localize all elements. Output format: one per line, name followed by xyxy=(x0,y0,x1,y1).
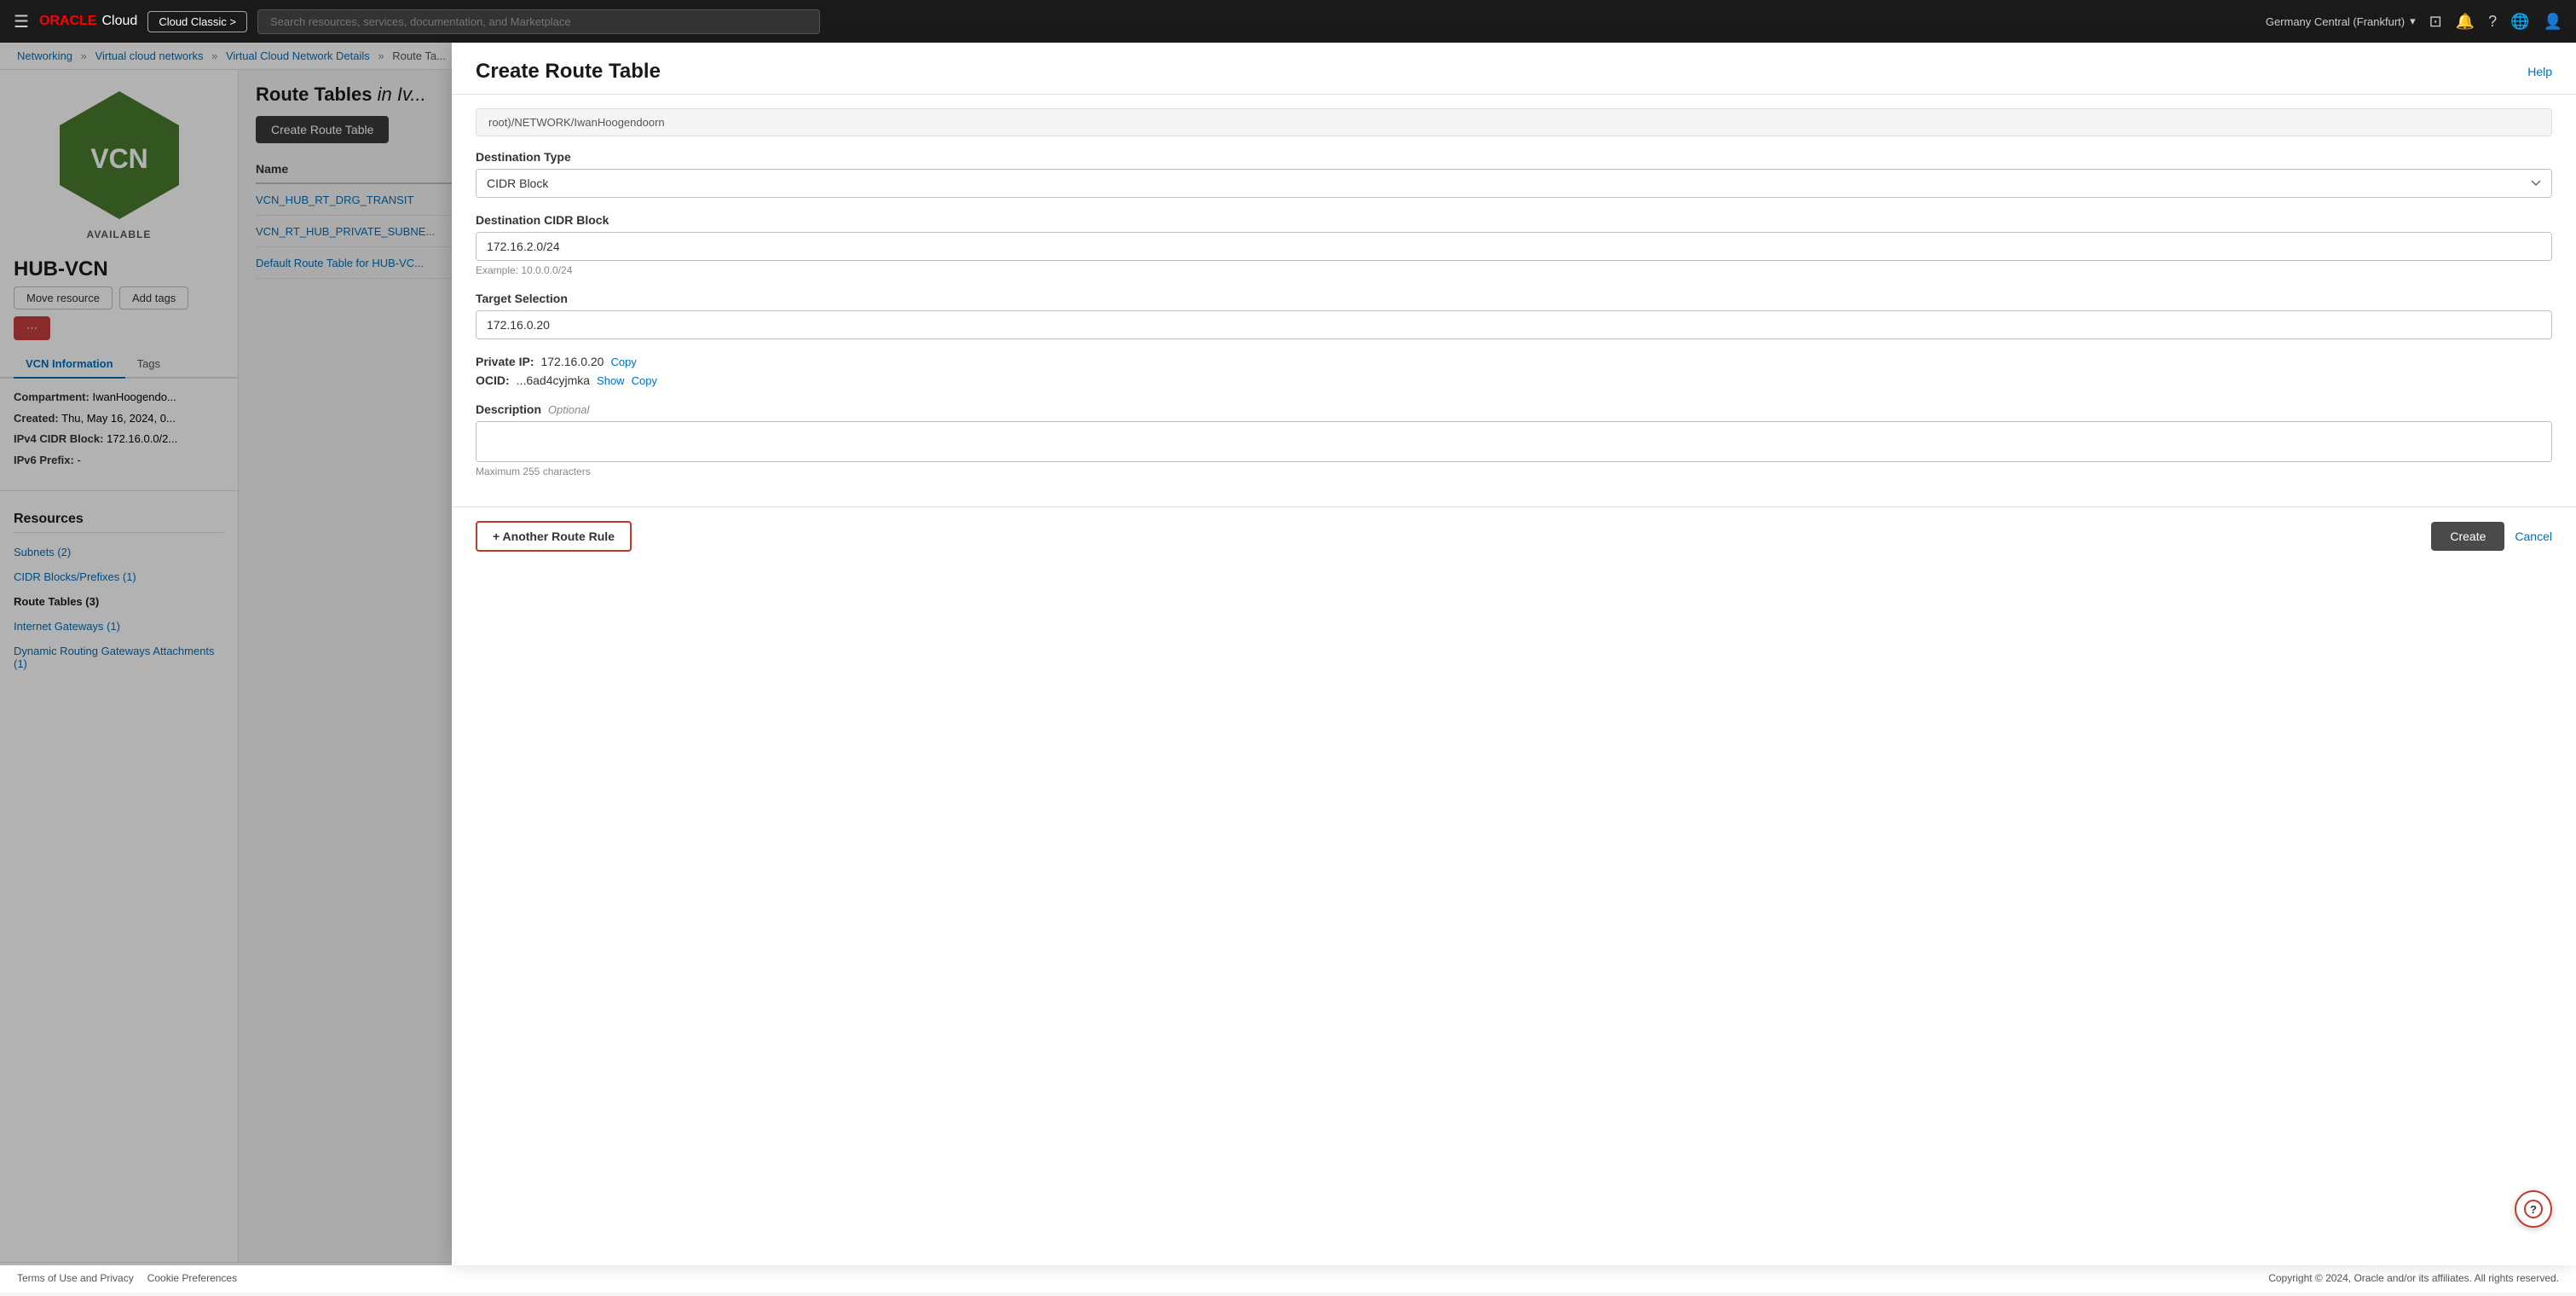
svg-text:?: ? xyxy=(2530,1203,2537,1216)
create-submit-button[interactable]: Create xyxy=(2431,522,2504,551)
modal-header: Create Route Table Help xyxy=(452,43,2576,95)
modal-body: root)/NETWORK/IwanHoogendoorn Destinatio… xyxy=(452,95,2576,506)
terms-link[interactable]: Terms of Use and Privacy xyxy=(17,1272,134,1284)
private-ip-value: 172.16.0.20 xyxy=(540,355,604,368)
region-chevron: ▾ xyxy=(2410,14,2416,28)
another-route-rule-button[interactable]: + Another Route Rule xyxy=(476,521,632,552)
destination-cidr-group: Destination CIDR Block Example: 10.0.0.0… xyxy=(476,213,2552,276)
nav-right: Germany Central (Frankfurt) ▾ ⊡ 🔔 ? 🌐 👤 xyxy=(2266,13,2562,31)
user-avatar[interactable]: 👤 xyxy=(2544,13,2562,31)
ocid-label: OCID: xyxy=(476,373,510,387)
cookie-link[interactable]: Cookie Preferences xyxy=(147,1272,237,1284)
copyright-text: Copyright © 2024, Oracle and/or its affi… xyxy=(2268,1272,2559,1284)
private-ip-info: Private IP: 172.16.0.20 Copy xyxy=(476,355,2552,368)
destination-cidr-input[interactable] xyxy=(476,232,2552,261)
description-input[interactable] xyxy=(476,421,2552,462)
ocid-copy-link[interactable]: Copy xyxy=(632,374,657,387)
modal-footer: + Another Route Rule Create Cancel xyxy=(452,506,2576,565)
destination-type-label: Destination Type xyxy=(476,150,2552,164)
modal-overlay: Create Route Table Help root)/NETWORK/Iw… xyxy=(0,43,2576,1265)
floating-help-icon[interactable]: ? xyxy=(2515,1190,2552,1228)
destination-type-group: Destination Type CIDR Block xyxy=(476,150,2552,198)
global-search-input[interactable] xyxy=(257,9,820,34)
page-footer: Terms of Use and Privacy Cookie Preferen… xyxy=(0,1262,2576,1293)
footer-links: Terms of Use and Privacy Cookie Preferen… xyxy=(17,1272,237,1284)
target-selection-group: Target Selection xyxy=(476,292,2552,339)
globe-icon[interactable]: 🌐 xyxy=(2510,13,2529,31)
destination-cidr-label: Destination CIDR Block xyxy=(476,213,2552,227)
ocid-show-link[interactable]: Show xyxy=(597,374,625,387)
hamburger-menu[interactable]: ☰ xyxy=(14,11,29,32)
cloud-classic-button[interactable]: Cloud Classic > xyxy=(147,11,247,32)
region-label: Germany Central (Frankfurt) xyxy=(2266,15,2405,28)
target-selection-label: Target Selection xyxy=(476,292,2552,305)
region-selector[interactable]: Germany Central (Frankfurt) ▾ xyxy=(2266,14,2416,28)
private-ip-label: Private IP: xyxy=(476,355,534,368)
target-selection-input[interactable] xyxy=(476,310,2552,339)
description-hint: Maximum 255 characters xyxy=(476,466,2552,477)
cancel-button[interactable]: Cancel xyxy=(2515,529,2552,543)
bell-icon[interactable]: 🔔 xyxy=(2456,13,2475,31)
oracle-wordmark: ORACLE xyxy=(39,14,97,29)
create-route-table-modal: Create Route Table Help root)/NETWORK/Iw… xyxy=(452,43,2576,1265)
ocid-value: ...6ad4cyjmka xyxy=(517,373,590,387)
compartment-path-bar: root)/NETWORK/IwanHoogendoorn xyxy=(476,108,2552,136)
top-navigation: ☰ ORACLE Cloud Cloud Classic > Germany C… xyxy=(0,0,2576,43)
ocid-info: OCID: ...6ad4cyjmka Show Copy xyxy=(476,373,2552,387)
private-ip-copy-link[interactable]: Copy xyxy=(610,356,636,368)
cloud-wordmark: Cloud xyxy=(102,14,138,29)
modal-title: Create Route Table xyxy=(476,60,661,84)
description-group: Description Optional Maximum 255 charact… xyxy=(476,402,2552,477)
description-label: Description Optional xyxy=(476,402,2552,416)
console-icon[interactable]: ⊡ xyxy=(2429,13,2442,31)
help-icon[interactable]: ? xyxy=(2488,13,2497,31)
oracle-logo: ORACLE Cloud xyxy=(39,14,137,29)
destination-type-select[interactable]: CIDR Block xyxy=(476,169,2552,198)
destination-cidr-hint: Example: 10.0.0.0/24 xyxy=(476,264,2552,276)
modal-footer-actions: Create Cancel xyxy=(2431,522,2552,551)
modal-help-link[interactable]: Help xyxy=(2527,65,2552,78)
